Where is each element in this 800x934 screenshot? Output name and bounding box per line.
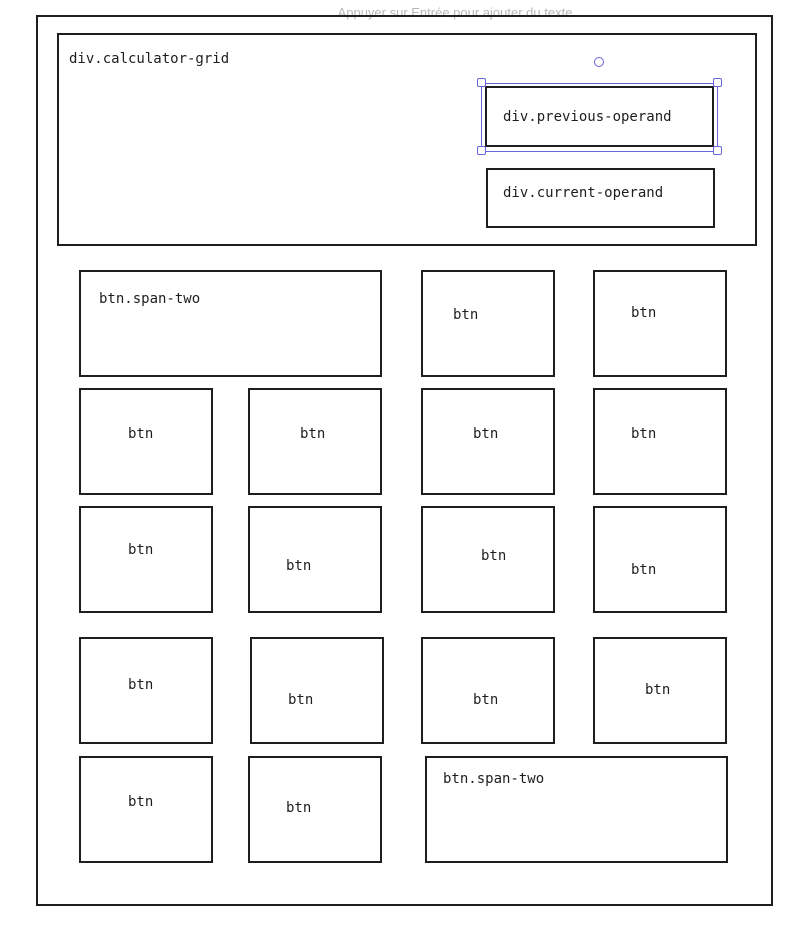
resize-handle-bottom-right[interactable] <box>713 146 722 155</box>
button-label: btn <box>300 426 326 442</box>
button-r5-c2[interactable] <box>248 756 382 863</box>
button-label: btn <box>286 800 312 816</box>
button-r2-c4[interactable] <box>593 388 727 495</box>
button-label: btn <box>645 682 671 698</box>
button-r3-c4[interactable] <box>593 506 727 613</box>
button-r1-c3[interactable] <box>421 270 555 377</box>
span-two-button-bottom-label: btn.span-two <box>443 771 545 787</box>
resize-handle-top-right[interactable] <box>713 78 722 87</box>
button-label: btn <box>128 542 154 558</box>
button-r1-c4[interactable] <box>593 270 727 377</box>
button-label: btn <box>128 677 154 693</box>
button-r3-c1[interactable] <box>79 506 213 613</box>
resize-handle-bottom-left[interactable] <box>477 146 486 155</box>
button-label: btn <box>631 426 657 442</box>
button-label: btn <box>288 692 314 708</box>
button-r4-c2[interactable] <box>250 637 384 744</box>
button-label: btn <box>473 426 499 442</box>
button-label: btn <box>286 558 312 574</box>
span-two-button-top-label: btn.span-two <box>99 291 201 307</box>
button-label: btn <box>481 548 507 564</box>
span-two-button-top[interactable] <box>79 270 382 377</box>
button-label: btn <box>128 426 154 442</box>
current-operand-label: div.current-operand <box>503 185 664 201</box>
button-r3-c2[interactable] <box>248 506 382 613</box>
resize-handle-top-left[interactable] <box>477 78 486 87</box>
button-label: btn <box>631 305 657 321</box>
selection-frame[interactable] <box>481 83 718 152</box>
button-label: btn <box>128 794 154 810</box>
button-label: btn <box>473 692 499 708</box>
button-r4-c3[interactable] <box>421 637 555 744</box>
rotate-handle[interactable] <box>594 57 604 67</box>
button-label: btn <box>453 307 479 323</box>
calculator-grid-label: div.calculator-grid <box>69 51 230 67</box>
button-label: btn <box>631 562 657 578</box>
